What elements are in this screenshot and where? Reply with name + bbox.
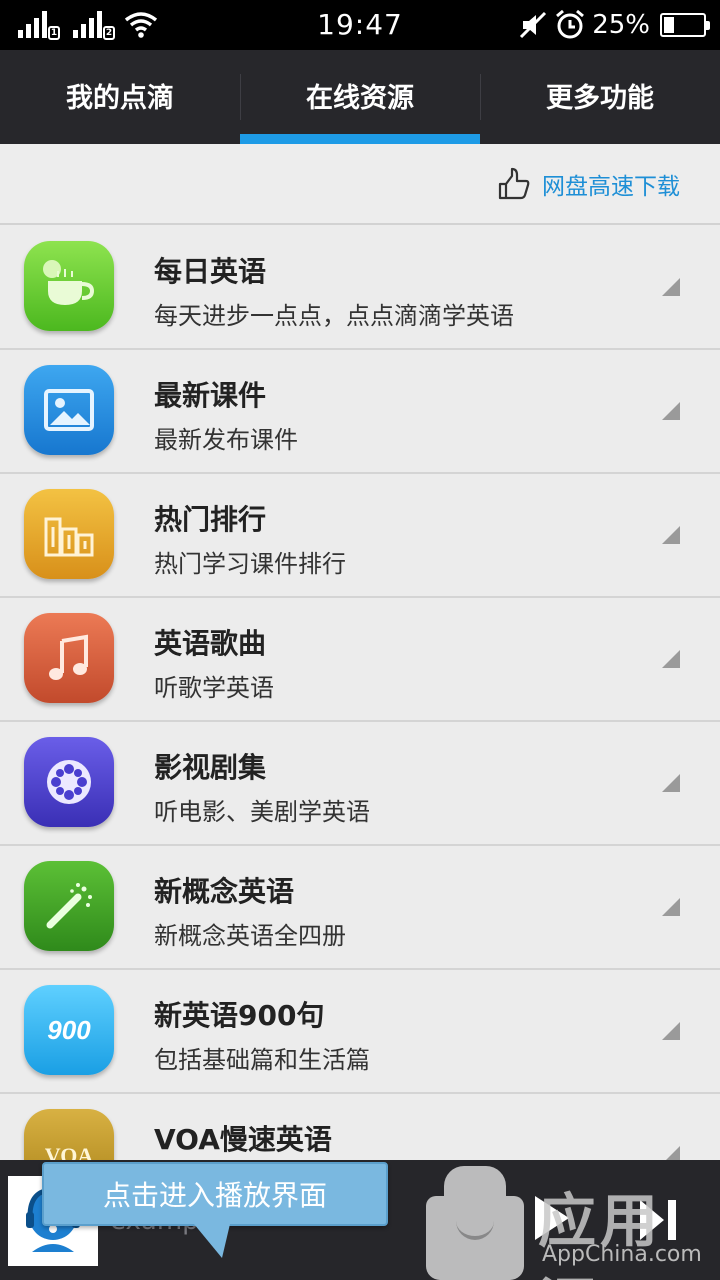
list-item-english-900[interactable]: 900 新英语900句 包括基础篇和生活篇 [0,970,720,1094]
list-item-hot-ranking[interactable]: 热门排行 热门学习课件排行 [0,474,720,598]
tab-my-diandi[interactable]: 我的点滴 [0,50,240,144]
tab-bar: 我的点滴 在线资源 更多功能 [0,50,720,144]
item-subtitle: 最新发布课件 [154,426,298,454]
expand-arrow-icon [662,650,680,668]
film-reel-icon [24,737,114,827]
item-title: 新英语900句 [154,999,325,1032]
item-subtitle: 热门学习课件排行 [154,550,346,578]
item-title: 每日英语 [154,255,267,288]
item-title: 最新课件 [154,379,267,412]
tab-more-functions[interactable]: 更多功能 [480,50,720,144]
expand-arrow-icon [662,1022,680,1040]
list-item-daily-english[interactable]: 每日英语 每天进步一点点，点点滴滴学英语 [0,226,720,350]
item-title: 影视剧集 [154,751,267,784]
battery-fill [664,17,674,33]
status-bar: 1 2 19:47 25% [0,0,720,50]
item-subtitle: 每天进步一点点，点点滴滴学英语 [154,302,514,330]
list-item-new-concept-english[interactable]: 新概念英语 新概念英语全四册 [0,846,720,970]
image-icon [24,365,114,455]
appchina-bag-logo [426,1166,524,1280]
svg-text:900: 900 [47,1015,91,1045]
resource-list: 每日英语 每天进步一点点，点点滴滴学英语 最新课件 最新发布课件 热门排行 热门… [0,226,720,1218]
item-title: 热门排行 [154,503,267,536]
netdisk-download-link[interactable]: 网盘高速下载 [496,166,680,202]
thumbs-up-icon [498,167,530,200]
expand-arrow-icon [662,774,680,792]
list-item-film-tv[interactable]: 影视剧集 听电影、美剧学英语 [0,722,720,846]
play-interface-tooltip[interactable]: 点击进入播放界面 [42,1162,388,1258]
netdisk-download-label: 网盘高速下载 [542,174,680,200]
list-item-latest-courseware[interactable]: 最新课件 最新发布课件 [0,350,720,474]
tab-online-resources[interactable]: 在线资源 [240,50,480,144]
expand-arrow-icon [662,898,680,916]
music-note-icon [24,613,114,703]
item-title: 英语歌曲 [154,627,267,660]
battery-percent: 25% [592,10,650,40]
item-subtitle: 听歌学英语 [154,674,274,702]
item-subtitle: 听电影、美剧学英语 [154,798,370,826]
appchina-watermark: 应用汇 AppChina.com [420,1160,720,1280]
alarm-icon [556,9,585,39]
list-item-english-songs[interactable]: 英语歌曲 听歌学英语 [0,598,720,722]
mute-icon [520,11,547,39]
watermark-en: AppChina.com [542,1242,702,1267]
item-subtitle: 包括基础篇和生活篇 [154,1046,370,1074]
ranking-bars-icon [24,489,114,579]
battery-icon [660,13,710,37]
item-subtitle: 新概念英语全四册 [154,922,346,950]
download-row: 网盘高速下载 [0,144,720,225]
expand-arrow-icon [662,526,680,544]
expand-arrow-icon [662,278,680,296]
expand-arrow-icon [662,402,680,420]
item-title: VOA慢速英语 [154,1123,332,1156]
item-title: 新概念英语 [154,875,295,908]
900-icon: 900 [24,985,114,1075]
coffee-cup-icon [24,241,114,331]
magic-wand-icon [24,861,114,951]
